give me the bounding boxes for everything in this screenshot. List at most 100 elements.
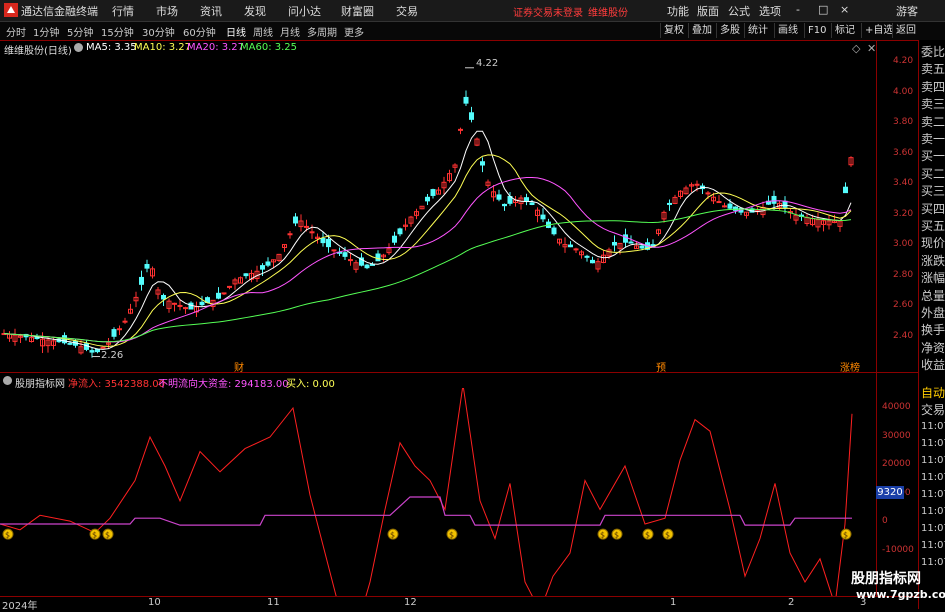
buy-signal-icon[interactable]: $ — [446, 528, 458, 540]
menu-trade[interactable]: 交易 — [396, 3, 418, 19]
back-button[interactable]: 返回 — [892, 23, 919, 38]
candle-body — [326, 238, 331, 248]
auto-trade-toggle[interactable]: 自动 — [921, 385, 945, 401]
buy-signal-icon[interactable]: $ — [597, 528, 609, 540]
quote-field-label: 总量 — [921, 288, 945, 303]
period-intraday[interactable]: 分时 — [6, 24, 26, 39]
buy-signal-icon[interactable]: $ — [611, 528, 623, 540]
candle-body — [584, 255, 590, 258]
menu-quotes[interactable]: 行情 — [112, 3, 134, 19]
watermark-url: www.7gpzb.com — [856, 588, 945, 601]
maximize-button[interactable]: □ — [818, 3, 828, 16]
mark-button[interactable]: 标记 — [831, 23, 858, 38]
indicator-tick: 40000 — [882, 402, 911, 412]
login-warning[interactable]: 证券交易未登录 — [513, 4, 583, 19]
candle-body — [320, 237, 326, 244]
period-5min[interactable]: 5分钟 — [67, 24, 93, 39]
buy-signal-icon[interactable]: $ — [840, 528, 852, 540]
candlestick-chart[interactable] — [0, 40, 876, 372]
candle-body — [111, 329, 117, 337]
candle-body — [771, 195, 777, 204]
date-tick-oct: 10 — [148, 597, 161, 608]
y-axis-border — [876, 40, 877, 596]
indicator-settings-icon[interactable] — [3, 376, 12, 385]
candle-body — [67, 342, 73, 345]
trade-button[interactable]: 交易 — [921, 402, 945, 418]
indicator-tick: 30000 — [882, 430, 911, 441]
period-more[interactable]: 更多 — [344, 24, 364, 39]
price-tick: 2.60 — [893, 300, 914, 310]
candle-body — [458, 128, 463, 131]
period-15min[interactable]: 15分钟 — [101, 24, 134, 39]
candle-body — [628, 241, 634, 244]
svg-text:$: $ — [105, 531, 110, 540]
ma-line — [3, 130, 852, 350]
indicator-chart[interactable]: $ $ $ $ $ $ $ $ $ $ — [0, 388, 876, 596]
menu-discover[interactable]: 发现 — [244, 3, 266, 19]
trade-time: 11:07 — [921, 540, 945, 551]
candle-body — [34, 337, 40, 340]
app-title: 通达信金融终端 — [21, 5, 98, 18]
overlay-button[interactable]: 叠加 — [688, 23, 715, 38]
quote-field-label: 收益 — [921, 358, 945, 373]
period-weekly[interactable]: 周线 — [253, 24, 273, 39]
close-button[interactable]: × — [840, 3, 849, 16]
candle-body — [342, 252, 348, 257]
candle-body — [117, 328, 122, 331]
menu-function[interactable]: 功能 — [667, 3, 689, 19]
period-toolbar: 分时 1分钟 5分钟 15分钟 30分钟 60分钟 日线 周线 月线 多周期 更… — [0, 22, 945, 41]
menu-layout[interactable]: 版面 — [697, 3, 719, 19]
buy-signal-icon[interactable]: $ — [102, 528, 114, 540]
event-label-finance[interactable]: 财 — [234, 359, 244, 374]
period-multi[interactable]: 多周期 — [307, 24, 337, 39]
menu-ask[interactable]: 问小达 — [288, 3, 321, 19]
buy-signal-icon[interactable]: $ — [662, 528, 674, 540]
candle-body — [183, 307, 188, 310]
indicator-tick: -10000 — [882, 544, 914, 555]
candle-body — [293, 216, 298, 224]
event-label-ranking[interactable]: 涨榜 — [840, 359, 860, 374]
buy-signal-icon[interactable]: $ — [387, 528, 399, 540]
menu-wealth[interactable]: 财富圈 — [341, 3, 374, 19]
candle-body — [568, 244, 573, 248]
period-monthly[interactable]: 月线 — [280, 24, 300, 39]
candle-body — [331, 249, 337, 252]
minimize-button[interactable]: - — [796, 3, 800, 16]
candle-body — [529, 202, 535, 205]
candle-body — [722, 205, 727, 208]
candle-body — [716, 201, 722, 204]
event-label-forecast[interactable]: 预 — [656, 359, 666, 374]
svg-text:$: $ — [449, 531, 454, 540]
menu-options[interactable]: 选项 — [759, 3, 781, 19]
menu-news[interactable]: 资讯 — [200, 3, 222, 19]
stats-button[interactable]: 统计 — [744, 23, 771, 38]
quote-field-label: 外盘 — [921, 306, 945, 320]
candle-body — [496, 194, 502, 200]
guest-login[interactable]: 游客 — [896, 3, 918, 19]
multi-stock-button[interactable]: 多股 — [716, 23, 743, 38]
restore-rights-button[interactable]: 复权 — [660, 23, 687, 38]
candle-body — [727, 203, 733, 209]
buy-signal-icon[interactable]: $ — [642, 528, 654, 540]
candle-body — [139, 276, 144, 285]
period-1min[interactable]: 1分钟 — [33, 24, 59, 39]
period-30min[interactable]: 30分钟 — [142, 24, 175, 39]
menu-market[interactable]: 市场 — [156, 3, 178, 19]
menu-formula[interactable]: 公式 — [728, 3, 750, 19]
quote-field-label: 买四 — [921, 201, 945, 216]
candle-body — [287, 233, 293, 236]
period-daily[interactable]: 日线 — [226, 24, 246, 39]
draw-line-button[interactable]: 画线 — [774, 23, 801, 38]
candle-body — [364, 264, 370, 269]
buy-signal-icon[interactable]: $ — [2, 528, 14, 540]
candle-body — [304, 225, 309, 228]
trade-time: 11:07 — [921, 472, 945, 483]
candle-body — [375, 253, 381, 262]
period-60min[interactable]: 60分钟 — [183, 24, 216, 39]
price-tick: 3.20 — [893, 208, 914, 219]
buy-signal-icon[interactable]: $ — [89, 528, 101, 540]
candle-body — [172, 302, 177, 305]
candle-body — [590, 259, 595, 264]
f10-button[interactable]: F10 — [804, 23, 829, 38]
quote-field-label: 净资 — [921, 340, 945, 355]
